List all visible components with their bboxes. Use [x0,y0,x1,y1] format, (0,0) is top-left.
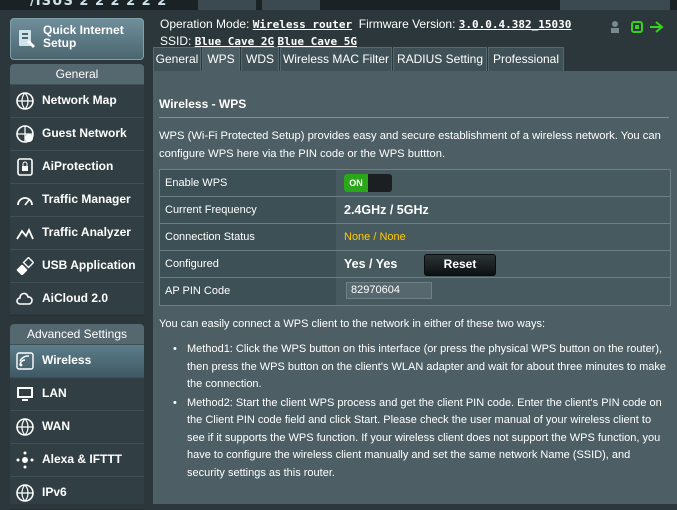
network-map-icon [16,92,34,110]
quick-setup-label: Quick Internet Setup [43,23,124,50]
sidebar-item-label: Guest Network [42,126,127,140]
sidebar-item-aiprotection[interactable]: AiProtection [10,150,144,184]
sidebar-item-ipv6[interactable]: IPv6 [10,476,144,510]
advanced-section-title: Advanced Settings [10,324,144,344]
enable-wps-toggle[interactable]: ON [344,174,392,192]
sidebar-item-aicloud[interactable]: AiCloud 2.0 [10,282,144,316]
general-menu: Network Map Guest Network AiProtection T… [10,84,144,316]
wifi-icon [16,352,34,370]
globe-icon [16,418,34,436]
configured-value: Yes / Yes [344,257,398,271]
internet-status-icon[interactable] [650,21,664,33]
sidebar-item-traffic-manager[interactable]: Traffic Manager [10,183,144,217]
tab-radius-setting[interactable]: RADIUS Setting [393,47,487,71]
sidebar-item-label: AiProtection [42,159,114,173]
alexa-icon [16,451,34,469]
sidebar-item-label: USB Application [42,258,136,272]
general-section-title: General [10,64,144,84]
title-divider [159,117,669,118]
ap-pin-code-field[interactable]: 82970604 [346,282,432,299]
usb-status-icon[interactable] [631,21,643,33]
firmware-link[interactable]: 3.0.0.4.382_15030 [459,18,572,31]
sidebar-item-wireless[interactable]: Wireless [10,344,144,378]
sidebar-item-guest-network[interactable]: Guest Network [10,117,144,151]
connection-status-value: None / None [344,231,406,243]
sidebar-item-wan[interactable]: WAN [10,410,144,444]
page-title: Wireless - WPS [159,97,247,111]
table-row: Enable WPS ON [160,170,670,197]
sidebar-item-label: Network Map [42,93,117,107]
setup-wizard-icon [19,30,35,48]
current-frequency-value: 2.4GHz / 5GHz [344,203,429,217]
sidebar-item-label: LAN [42,386,67,400]
sidebar-item-traffic-analyzer[interactable]: Traffic Analyzer [10,216,144,250]
user-status-icon[interactable] [611,21,619,33]
sidebar-item-usb-application[interactable]: USB Application [10,249,144,283]
configured-label: Configured [160,251,336,277]
language-selector[interactable] [560,0,670,10]
wps-description: WPS (Wi-Fi Protected Setup) provides eas… [159,130,661,160]
connection-hint: You can easily connect a WPS client to t… [159,318,546,330]
tab-general[interactable]: General [153,47,201,71]
table-row: Current Frequency 2.4GHz / 5GHz [160,197,670,224]
router-info: Operation Mode: Wireless router Firmware… [160,16,571,50]
top-tab[interactable] [198,0,256,10]
guest-network-icon [16,125,34,143]
sidebar-item-label: WAN [42,419,70,433]
sidebar-item-lan[interactable]: LAN [10,377,144,411]
sidebar-item-label: Traffic Manager [42,192,131,206]
sidebar-item-label: Alexa & IFTTT [42,452,123,466]
sidebar-item-alexa-ifttt[interactable]: Alexa & IFTTT [10,443,144,477]
toggle-state: ON [344,174,368,192]
wps-panel: Wireless - WPS WPS (Wi-Fi Protected Setu… [153,71,677,504]
ipv6-icon [16,484,34,502]
current-frequency-label: Current Frequency [160,197,336,223]
status-icons[interactable] [610,20,670,34]
tab-professional[interactable]: Professional [488,47,564,71]
advanced-menu: Wireless LAN WAN Alexa & IFTTT IPv6 [10,344,144,510]
table-row: AP PIN Code 82970604 [160,278,670,305]
wps-settings-table: Enable WPS ON Current Frequency 2.4GHz /… [159,169,671,306]
top-tab[interactable] [262,0,320,10]
sidebar-item-label: Traffic Analyzer [42,225,131,239]
cloud-icon [16,292,33,305]
lock-icon [17,158,33,176]
method1-text: Method1: Click the WPS button on this in… [171,341,667,394]
top-banner: /ISUS 2 2 2 2 2 2 [0,0,677,10]
analyzer-icon [16,227,34,240]
usb-icon [16,257,34,275]
operation-mode-link[interactable]: Wireless router [253,18,352,31]
ssid-label: SSID: [160,34,192,48]
lan-icon [17,387,33,401]
quick-internet-setup-button[interactable]: Quick Internet Setup [10,18,144,60]
method2-text: Method2: Start the client WPS process an… [171,395,667,483]
sidebar-item-label: Wireless [42,353,92,367]
sidebar-item-network-map[interactable]: Network Map [10,84,144,118]
sidebar-item-label: AiCloud 2.0 [42,291,109,305]
reset-button[interactable]: Reset [424,254,496,276]
brand-logo: /ISUS 2 2 2 2 2 2 [30,0,168,9]
methods-list: Method1: Click the WPS button on this in… [171,341,667,483]
tab-wireless-mac-filter[interactable]: Wireless MAC Filter [280,47,392,71]
connection-status-label: Connection Status [160,224,336,250]
tab-wps[interactable]: WPS [202,47,240,71]
table-row: Configured Yes / Yes Reset [160,251,670,278]
gauge-icon [17,197,33,206]
firmware-label: Firmware Version: [358,17,456,31]
tab-wds[interactable]: WDS [241,47,279,71]
enable-wps-label: Enable WPS [160,170,336,196]
table-row: Connection Status None / None [160,224,670,251]
ap-pin-code-label: AP PIN Code [160,278,336,305]
sidebar-item-label: IPv6 [42,485,67,499]
operation-mode-label: Operation Mode: [160,17,250,31]
